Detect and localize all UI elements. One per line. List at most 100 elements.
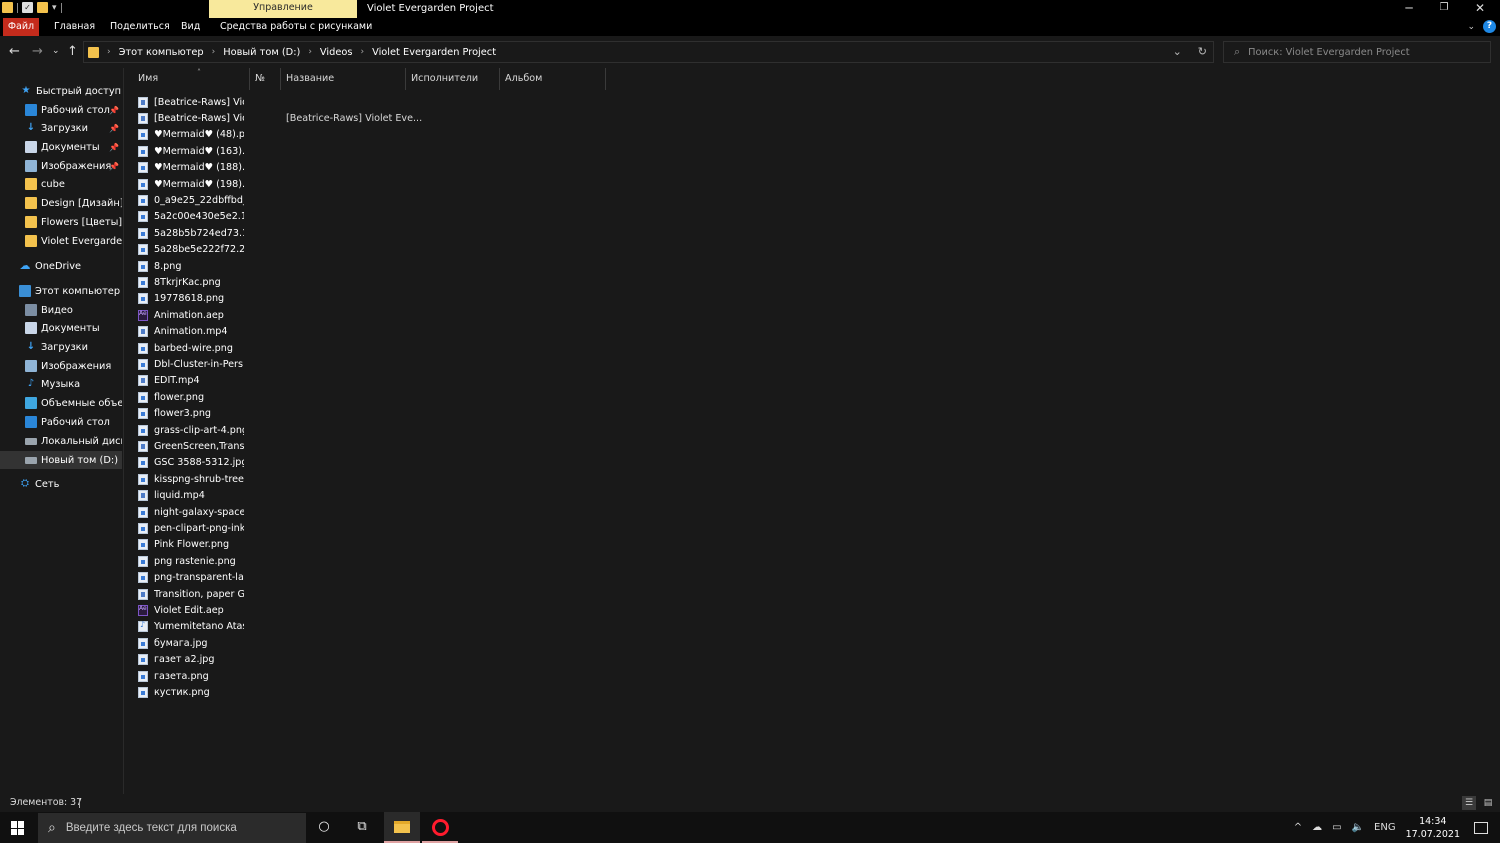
manage-context-tab[interactable]: Управление — [209, 0, 357, 18]
file-row[interactable]: GreenScreen,Transit... — [138, 438, 1338, 454]
file-row[interactable]: grass-clip-art-4.png — [138, 422, 1338, 438]
chevron-up-icon[interactable]: ^ — [1294, 822, 1302, 833]
pin-icon[interactable]: 📌 — [109, 143, 119, 152]
taskbar-search[interactable]: ⌕ Введите здесь текст для поиска — [38, 813, 306, 843]
forward-icon[interactable]: → — [32, 44, 43, 59]
nav-quick-cube[interactable]: cube — [0, 175, 122, 193]
refresh-icon[interactable]: ↻ — [1198, 45, 1207, 58]
file-row[interactable]: 5a28b5b724ed73.19... — [138, 225, 1338, 241]
file-row[interactable]: GSC 3588-5312.jpg — [138, 455, 1338, 471]
file-row[interactable]: EDIT.mp4 — [138, 373, 1338, 389]
minimize-button[interactable]: ─ — [1392, 1, 1426, 17]
clock[interactable]: 14:34 17.07.2021 — [1406, 815, 1460, 841]
file-row[interactable]: 5a2c00e430e5e2.164... — [138, 209, 1338, 225]
column-header-album[interactable]: Альбом — [500, 68, 606, 90]
tab-home[interactable]: Главная — [48, 18, 101, 36]
nav-pc-videos[interactable]: Видео — [0, 301, 122, 319]
file-row[interactable]: Animation.aep — [138, 307, 1338, 323]
search-box[interactable]: ⌕ Поиск: Violet Evergarden Project — [1223, 41, 1491, 63]
breadcrumb-current-folder[interactable]: Violet Evergarden Project — [372, 47, 496, 58]
file-row[interactable]: png-transparent-la... — [138, 570, 1338, 586]
language-indicator[interactable]: ENG — [1374, 822, 1396, 833]
task-view-icon[interactable]: ⧉ — [354, 819, 370, 835]
file-row[interactable]: pen-clipart-png-ink... — [138, 520, 1338, 536]
windows-start-icon[interactable] — [11, 821, 25, 835]
file-row[interactable]: Animation.mp4 — [138, 324, 1338, 340]
address-bar[interactable]: › Этот компьютер › Новый том (D:) › Vide… — [83, 41, 1214, 63]
pin-icon[interactable]: 📌 — [109, 106, 119, 115]
file-row[interactable]: [Beatrice-Raws] Viol... [Beatrice-Raws] V… — [138, 110, 1338, 126]
help-icon[interactable]: ? — [1483, 20, 1496, 33]
nav-quick-access[interactable]: ★ Быстрый доступ — [0, 82, 122, 100]
up-icon[interactable]: ↑ — [67, 44, 78, 59]
file-row[interactable]: бумага.jpg — [138, 635, 1338, 651]
breadcrumb-this-pc[interactable]: Этот компьютер — [119, 47, 204, 58]
chevron-down-icon[interactable]: ⌄ — [1173, 45, 1182, 58]
column-header-title[interactable]: Название — [281, 68, 406, 90]
nav-quick-flowers[interactable]: Flowers [Цветы] — [0, 213, 122, 231]
chevron-right-icon[interactable]: › — [308, 47, 312, 57]
column-header-artists[interactable]: Исполнители — [406, 68, 500, 90]
file-row[interactable]: газета.png — [138, 668, 1338, 684]
nav-quick-documents[interactable]: Документы 📌 — [0, 138, 122, 156]
file-row[interactable]: 0_a9e25_22dbffbd_... — [138, 192, 1338, 208]
nav-quick-violet[interactable]: Violet Evergarden P — [0, 232, 122, 250]
tab-picture-tools[interactable]: Средства работы с рисунками — [214, 18, 378, 36]
file-row[interactable]: кустик.png — [138, 684, 1338, 700]
file-row[interactable]: Yumemitetano Atas... — [138, 619, 1338, 635]
nav-quick-design[interactable]: Design [Дизайн] — [0, 194, 122, 212]
nav-pc-volume-d[interactable]: Новый том (D:) — [0, 451, 122, 469]
file-row[interactable]: Pink Flower.png — [138, 537, 1338, 553]
volume-icon[interactable]: 🔈 — [1352, 822, 1364, 833]
large-icons-view-icon[interactable]: ▤ — [1481, 796, 1495, 810]
expand-ribbon-icon[interactable]: ⌄ — [1467, 22, 1475, 32]
chevron-right-icon[interactable]: › — [212, 47, 216, 57]
nav-quick-desktop[interactable]: Рабочий стол 📌 — [0, 101, 122, 119]
file-explorer-taskbar-button[interactable] — [384, 812, 420, 843]
network-icon[interactable]: ▭ — [1332, 822, 1341, 833]
new-folder-icon[interactable] — [37, 2, 48, 13]
file-row[interactable]: ♥Mermaid♥ (48).png — [138, 127, 1338, 143]
file-row[interactable]: ♥Mermaid♥ (198).p... — [138, 176, 1338, 192]
opera-taskbar-button[interactable] — [422, 812, 458, 843]
pin-icon[interactable]: 📌 — [109, 162, 119, 171]
breadcrumb-videos[interactable]: Videos — [320, 47, 353, 58]
file-row[interactable]: png rastenie.png — [138, 553, 1338, 569]
chevron-right-icon[interactable]: › — [107, 47, 111, 57]
file-row[interactable]: Transition, paper Gr... — [138, 586, 1338, 602]
tab-share[interactable]: Поделиться — [104, 18, 176, 36]
onedrive-icon[interactable]: ☁ — [1312, 822, 1322, 833]
file-row[interactable]: газет а2.jpg — [138, 652, 1338, 668]
details-view-icon[interactable]: ☰ — [1462, 796, 1476, 810]
file-row[interactable]: flower3.png — [138, 406, 1338, 422]
nav-quick-pictures[interactable]: Изображения 📌 — [0, 157, 122, 175]
nav-pc-pictures[interactable]: Изображения — [0, 357, 122, 375]
column-header-number[interactable]: № — [250, 68, 281, 90]
file-row[interactable]: ♥Mermaid♥ (163).p... — [138, 143, 1338, 159]
file-row[interactable]: barbed-wire.png — [138, 340, 1338, 356]
nav-pc-music[interactable]: ♪ Музыка — [0, 375, 122, 393]
restore-button[interactable]: ❐ — [1427, 1, 1461, 17]
properties-icon[interactable]: ✓ — [22, 2, 33, 13]
file-row[interactable]: ♥Mermaid♥ (188).p... — [138, 160, 1338, 176]
nav-network[interactable]: ⛭ Сеть — [0, 475, 122, 493]
back-icon[interactable]: ← — [9, 44, 20, 59]
file-row[interactable]: 5a28be5e222f72.200... — [138, 242, 1338, 258]
pin-icon[interactable]: 📌 — [109, 124, 119, 133]
file-row[interactable]: Violet Edit.aep — [138, 602, 1338, 618]
tab-file[interactable]: Файл — [3, 18, 39, 36]
chevron-right-icon[interactable]: › — [360, 47, 364, 57]
file-row[interactable]: 8.png — [138, 258, 1338, 274]
file-row[interactable]: 8TkrjrKac.png — [138, 274, 1338, 290]
nav-this-pc[interactable]: Этот компьютер — [0, 282, 122, 300]
notification-icon[interactable] — [1474, 821, 1488, 834]
file-row[interactable]: Dbl-Cluster-in-Pers... — [138, 356, 1338, 372]
file-row[interactable]: 19778618.png — [138, 291, 1338, 307]
tab-view[interactable]: Вид — [175, 18, 206, 36]
nav-pc-desktop[interactable]: Рабочий стол — [0, 413, 122, 431]
file-row[interactable]: flower.png — [138, 389, 1338, 405]
nav-pc-downloads[interactable]: ↓ Загрузки — [0, 338, 122, 356]
cortana-icon[interactable]: ○ — [316, 819, 332, 835]
column-header-name[interactable]: ˄ Имя — [133, 68, 250, 90]
file-row[interactable]: night-galaxy-space... — [138, 504, 1338, 520]
